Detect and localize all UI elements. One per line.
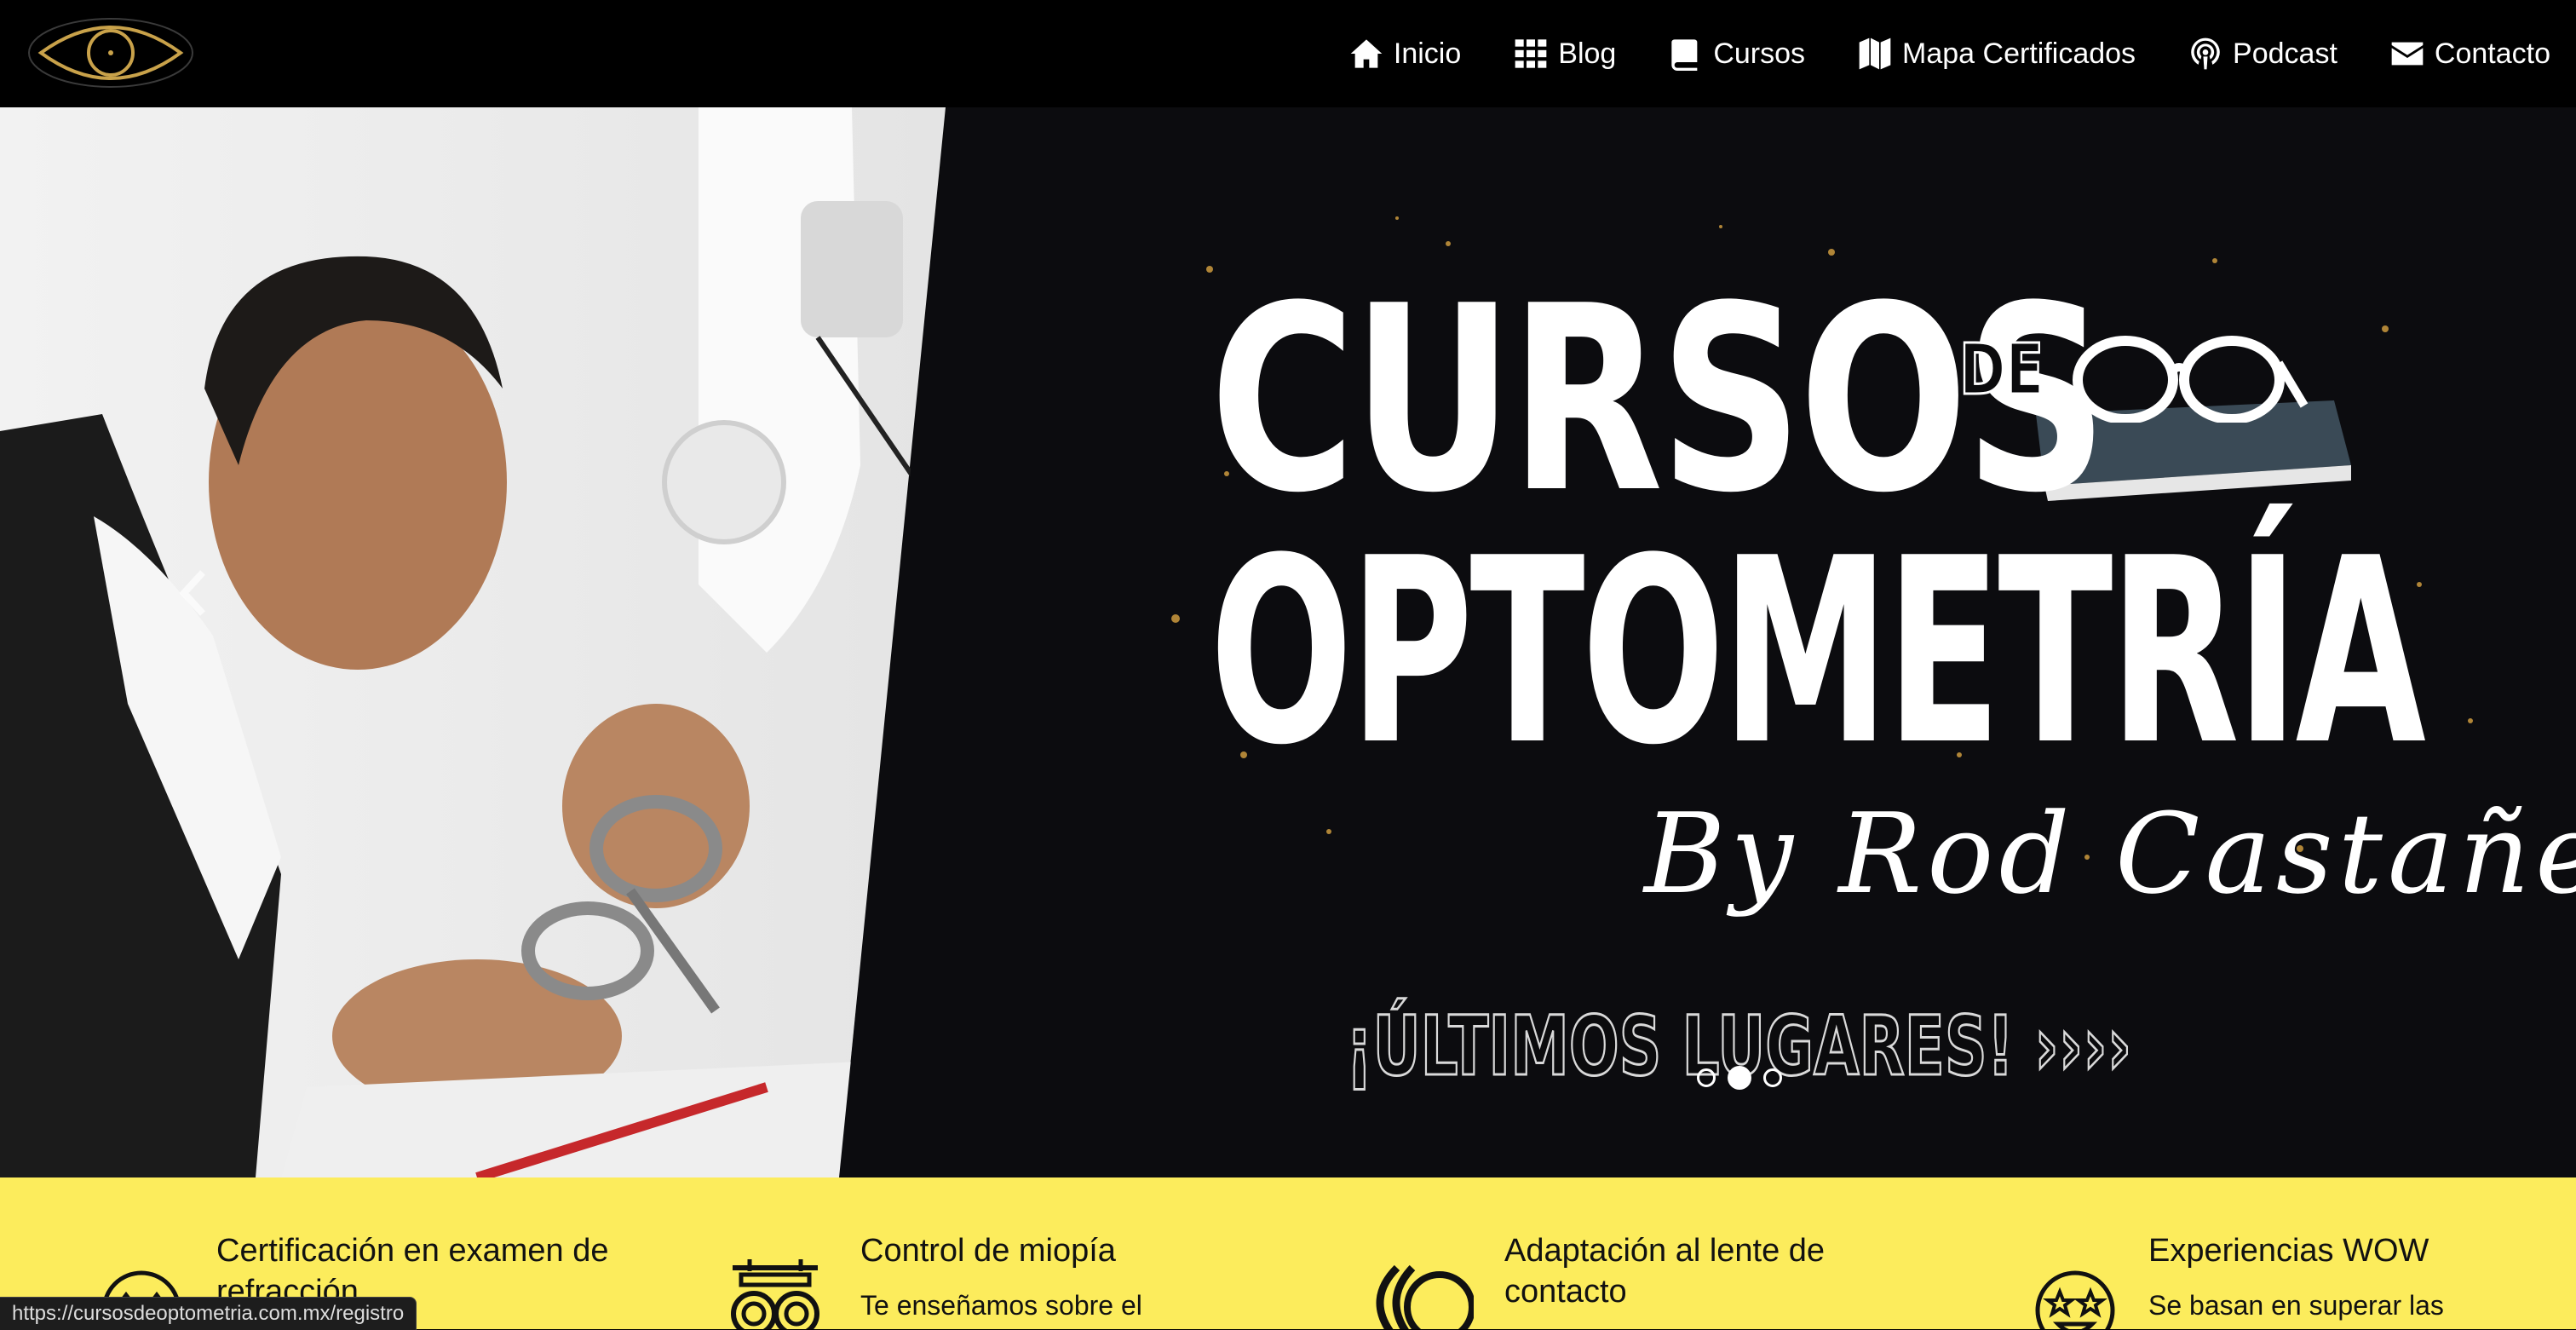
status-bar-url: https://cursosdeoptometria.com.mx/regist… [0, 1297, 417, 1330]
feature-desc: Te enseñamos sobre el [860, 1290, 1142, 1321]
nav-inicio-label: Inicio [1393, 37, 1462, 70]
nav-inicio[interactable]: Inicio [1349, 37, 1461, 71]
carousel-prev-icon[interactable] [175, 567, 210, 619]
carousel-dot-2-active[interactable] [1728, 1066, 1751, 1090]
feature-title: Experiencias WOW [2148, 1233, 2429, 1269]
feature-desc: Se basan en superar las [2148, 1290, 2444, 1321]
nav-mapa-label: Mapa Certificados [1902, 37, 2136, 70]
star-eyes-face-icon [2035, 1270, 2115, 1329]
carousel-dot-1[interactable] [1697, 1068, 1716, 1087]
podcast-icon [2191, 37, 2220, 70]
hero-title-de: DE [1958, 330, 2045, 411]
nav-mapa-certificados[interactable]: Mapa Certificados [1858, 37, 2136, 71]
hero-title-optometria: OPTOMETRÍA [1210, 504, 2426, 801]
contact-lens-icon [1376, 1264, 1474, 1329]
feature-title: Control de miopía [860, 1233, 1116, 1269]
feature-title: Adaptación al lente de contacto [1504, 1233, 1826, 1310]
envelope-icon [2391, 42, 2424, 66]
trial-frame-icon [731, 1259, 819, 1329]
hero-carousel: CURSOS DE OPTOMETRÍA By Rod Castañeda ¡Ú… [0, 107, 2576, 1177]
carousel-indicators [1697, 1066, 1782, 1090]
nav-contacto-label: Contacto [2434, 37, 2550, 70]
home-icon [1350, 39, 1383, 68]
map-icon [1859, 37, 1891, 70]
navbar: Inicio Blog Cursos Mapa Certificados Pod [0, 0, 2576, 107]
main-nav: Inicio Blog Cursos Mapa Certificados Pod [1349, 0, 2550, 107]
hero-byline: By Rod Castañeda [1644, 789, 2576, 918]
nav-blog[interactable]: Blog [1514, 37, 1616, 71]
nav-podcast-label: Podcast [2233, 37, 2337, 70]
book-icon [1671, 39, 1698, 71]
carousel-dot-3[interactable] [1763, 1068, 1782, 1087]
nav-podcast[interactable]: Podcast [2188, 37, 2337, 71]
nav-cursos-label: Cursos [1713, 37, 1806, 70]
nav-contacto[interactable]: Contacto [2390, 37, 2550, 71]
nav-blog-label: Blog [1558, 37, 1617, 70]
grid-icon [1515, 39, 1547, 68]
nav-cursos[interactable]: Cursos [1669, 37, 1805, 71]
eye-logo-icon[interactable] [26, 14, 196, 92]
